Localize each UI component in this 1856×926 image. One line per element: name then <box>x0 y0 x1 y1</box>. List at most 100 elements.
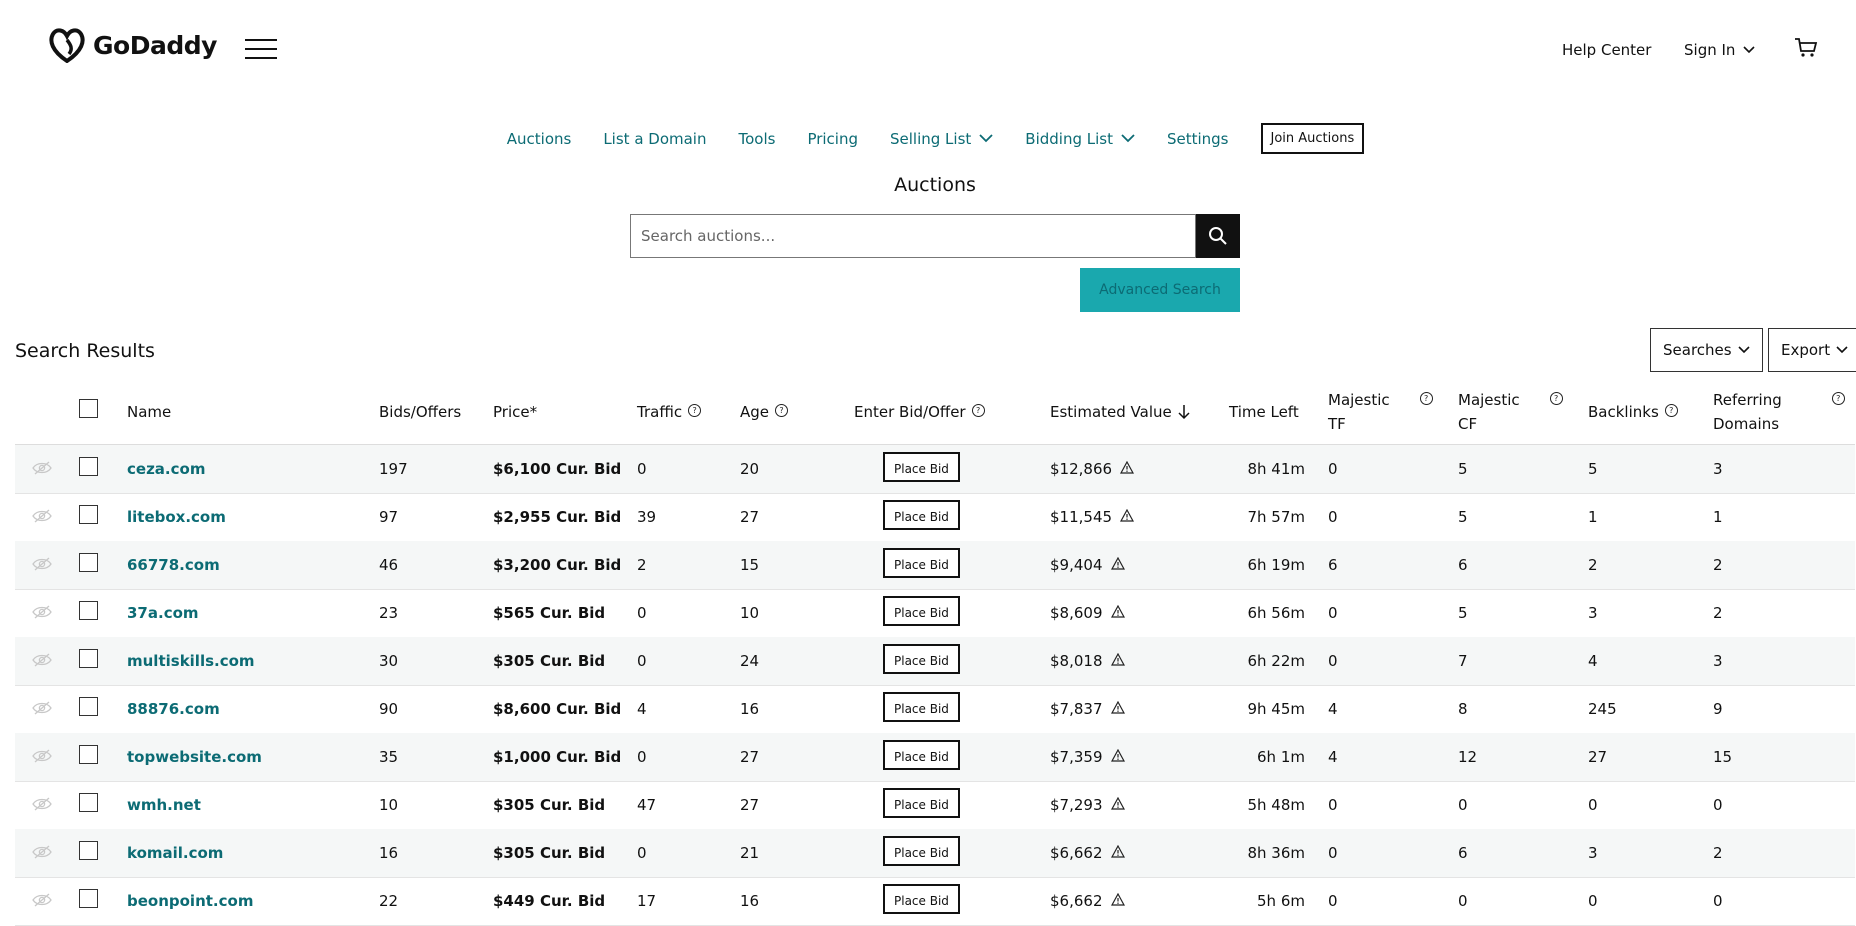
header-majestic-tf[interactable]: Majestic TF? <box>1328 388 1433 436</box>
watch-eye-icon[interactable] <box>32 893 52 907</box>
row-checkbox[interactable] <box>79 457 98 476</box>
nav-item-tools[interactable]: Tools <box>738 130 775 148</box>
cart-icon[interactable] <box>1794 37 1818 63</box>
warning-icon[interactable] <box>1110 748 1125 762</box>
nav-item-list-a-domain[interactable]: List a Domain <box>603 130 706 148</box>
header-name[interactable]: Name <box>127 400 171 424</box>
sign-in-button[interactable]: Sign In <box>1684 41 1755 59</box>
domain-name-link[interactable]: topwebsite.com <box>127 733 262 781</box>
row-checkbox[interactable] <box>79 841 98 860</box>
domain-name-link[interactable]: wmh.net <box>127 781 201 829</box>
place-bid-button[interactable]: Place Bid <box>883 692 960 722</box>
domain-name-link[interactable]: 37a.com <box>127 589 199 637</box>
warning-icon[interactable] <box>1110 556 1125 570</box>
place-bid-button[interactable]: Place Bid <box>883 500 960 530</box>
row-checkbox[interactable] <box>79 889 98 908</box>
searches-dropdown[interactable]: Searches <box>1650 328 1763 372</box>
header-referring-domains[interactable]: Referring Domains? <box>1713 388 1845 436</box>
domain-name-link[interactable]: litebox.com <box>127 493 226 541</box>
warning-icon[interactable] <box>1110 892 1125 906</box>
domain-name-link[interactable]: 66778.com <box>127 541 220 589</box>
nav-item-label: Tools <box>738 129 776 148</box>
warning-icon[interactable] <box>1110 844 1125 858</box>
table-row: 37a.com 23 $565 Cur. Bid 0 10 Place Bid $8,609… <box>15 589 1855 638</box>
place-bid-button[interactable]: Place Bid <box>883 836 960 866</box>
help-icon[interactable]: ? <box>971 404 985 417</box>
estimated-value: $11,545 <box>1050 493 1135 541</box>
watch-eye-icon[interactable] <box>32 557 52 571</box>
advanced-search-button[interactable]: Advanced Search <box>1080 268 1240 312</box>
watch-eye-icon[interactable] <box>32 509 52 523</box>
warning-icon[interactable] <box>1120 460 1135 474</box>
nav-item-pricing[interactable]: Pricing <box>807 130 858 148</box>
warning-icon[interactable] <box>1110 796 1125 810</box>
backlinks: 4 <box>1588 652 1598 670</box>
warning-icon[interactable] <box>1120 508 1135 522</box>
header-age[interactable]: Age? <box>740 400 789 424</box>
nav-item-auctions[interactable]: Auctions <box>507 130 572 148</box>
estimated-value: $8,018 <box>1050 637 1125 685</box>
header-time-left[interactable]: Time Left <box>1229 400 1299 424</box>
help-icon[interactable]: ? <box>1831 392 1845 405</box>
nav-item-settings[interactable]: Settings <box>1167 130 1229 148</box>
domain-name-link[interactable]: multiskills.com <box>127 637 255 685</box>
header-price[interactable]: Price* <box>493 400 537 424</box>
place-bid-button[interactable]: Place Bid <box>883 548 960 578</box>
watch-eye-icon[interactable] <box>32 653 52 667</box>
row-checkbox[interactable] <box>79 649 98 668</box>
header-estimated-value[interactable]: Estimated Value <box>1050 400 1190 424</box>
row-checkbox[interactable] <box>79 745 98 764</box>
search-input[interactable]: Search auctions... <box>630 214 1196 258</box>
help-icon[interactable]: ? <box>1664 404 1678 417</box>
majestic-tf: 0 <box>1328 460 1338 478</box>
help-center-link[interactable]: Help Center <box>1562 41 1651 59</box>
header-majestic-cf[interactable]: Majestic CF? <box>1458 388 1563 436</box>
nav-item-bidding-list[interactable]: Bidding List <box>1025 130 1135 148</box>
warning-icon[interactable] <box>1110 652 1125 666</box>
export-dropdown[interactable]: Export <box>1768 328 1856 372</box>
domain-name-link[interactable]: beonpoint.com <box>127 877 253 925</box>
watch-eye-icon[interactable] <box>32 797 52 811</box>
help-icon[interactable]: ? <box>688 404 702 417</box>
place-bid-button[interactable]: Place Bid <box>883 788 960 818</box>
majestic-cf: 5 <box>1458 460 1468 478</box>
domain-name-link[interactable]: komail.com <box>127 829 223 877</box>
watch-eye-icon[interactable] <box>32 749 52 763</box>
place-bid-button[interactable]: Place Bid <box>883 644 960 674</box>
help-icon[interactable]: ? <box>775 404 789 417</box>
header-label: Name <box>127 403 172 421</box>
place-bid-button[interactable]: Place Bid <box>883 884 960 914</box>
place-bid-button[interactable]: Place Bid <box>883 452 960 482</box>
help-icon[interactable]: ? <box>1549 392 1563 405</box>
estimated-value: $6,662 <box>1050 877 1125 925</box>
place-bid-button[interactable]: Place Bid <box>883 740 960 770</box>
row-checkbox[interactable] <box>79 505 98 524</box>
watch-eye-icon[interactable] <box>32 461 52 475</box>
row-checkbox[interactable] <box>79 553 98 572</box>
select-all-checkbox[interactable] <box>79 399 98 418</box>
domain-name-link[interactable]: ceza.com <box>127 445 205 493</box>
majestic-tf: 0 <box>1328 844 1338 862</box>
backlinks: 245 <box>1588 700 1617 718</box>
join-auctions-button[interactable]: Join Auctions <box>1260 123 1365 154</box>
row-checkbox[interactable] <box>79 601 98 620</box>
godaddy-logo[interactable]: GoDaddy <box>47 27 217 63</box>
warning-icon[interactable] <box>1110 604 1125 618</box>
watch-eye-icon[interactable] <box>32 845 52 859</box>
warning-icon[interactable] <box>1110 700 1125 714</box>
header-backlinks[interactable]: Backlinks? <box>1588 400 1678 424</box>
estimated-value-text: $12,866 <box>1050 460 1113 478</box>
estimated-value: $7,359 <box>1050 733 1125 781</box>
header-traffic[interactable]: Traffic? <box>637 400 702 424</box>
nav-item-selling-list[interactable]: Selling List <box>890 130 993 148</box>
watch-eye-icon[interactable] <box>32 605 52 619</box>
hamburger-menu-icon[interactable] <box>245 39 277 59</box>
search-button[interactable] <box>1196 214 1240 258</box>
watch-eye-icon[interactable] <box>32 701 52 715</box>
domain-name-link[interactable]: 88876.com <box>127 685 220 733</box>
row-checkbox[interactable] <box>79 793 98 812</box>
place-bid-button[interactable]: Place Bid <box>883 596 960 626</box>
help-icon[interactable]: ? <box>1419 392 1433 405</box>
row-checkbox[interactable] <box>79 697 98 716</box>
header-bids[interactable]: Bids/Offers <box>379 400 461 424</box>
